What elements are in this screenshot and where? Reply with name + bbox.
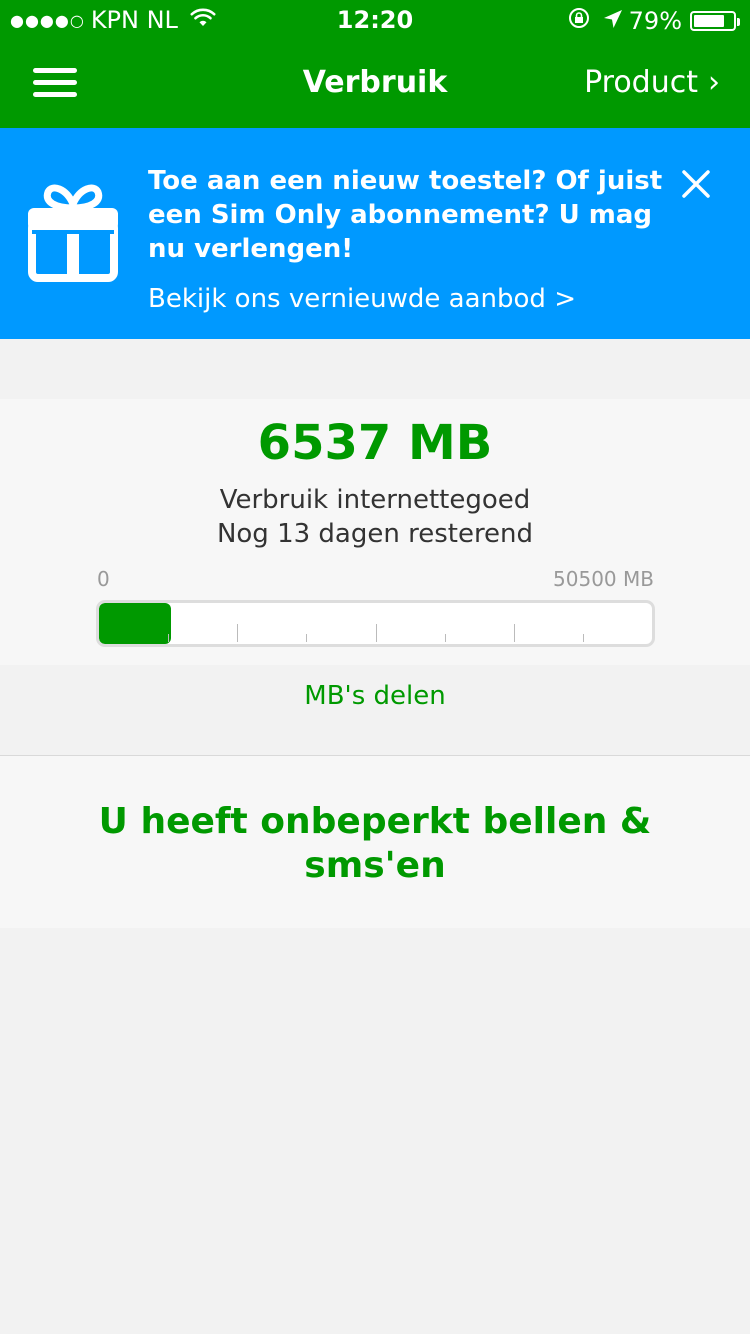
battery-icon — [690, 11, 740, 31]
chevron-right-icon: › — [708, 65, 720, 100]
share-section: MB's delen — [0, 665, 750, 721]
battery-level-fill — [694, 15, 724, 27]
scale-min-label: 0 — [97, 567, 110, 591]
usage-amount: 6537 MB — [257, 415, 493, 471]
product-label: Product — [584, 65, 698, 100]
usage-bar-tick — [237, 624, 238, 642]
status-right: 79% — [567, 6, 740, 36]
usage-bar-tick — [583, 634, 584, 642]
unlimited-calls-card: U heeft onbeperkt bellen & sms'en — [0, 756, 750, 928]
promo-offer-link[interactable]: Bekijk ons vernieuwde aanbod > — [148, 284, 576, 314]
usage-bar-tick — [306, 634, 307, 642]
navigation-bar: Verbruik Product › — [0, 40, 750, 128]
product-button[interactable]: Product › — [584, 65, 720, 100]
usage-progress-fill — [99, 603, 171, 644]
usage-bar-tick — [376, 624, 377, 642]
close-icon[interactable] — [680, 168, 712, 200]
top-header: ●●●●○ KPN NL 12:20 79% Verbruik Product … — [0, 0, 750, 128]
usage-bar-tick — [168, 634, 169, 642]
promo-banner: Toe aan een nieuw toestel? Of juist een … — [0, 128, 750, 339]
share-mb-link[interactable]: MB's delen — [0, 681, 750, 711]
promo-message: Toe aan een nieuw toestel? Of juist een … — [148, 166, 663, 264]
data-usage-card: 6537 MB Verbruik internettegoed Nog 13 d… — [0, 399, 750, 665]
usage-progress-bar — [96, 600, 655, 647]
status-bar: ●●●●○ KPN NL 12:20 79% — [0, 0, 750, 40]
days-remaining: Nog 13 dagen resterend — [216, 519, 534, 549]
usage-bar-tick — [445, 634, 446, 642]
battery-percentage: 79% — [628, 7, 682, 35]
gift-icon — [26, 180, 120, 284]
unlimited-calls-text: U heeft onbeperkt bellen & sms'en — [98, 801, 652, 886]
rotation-lock-icon — [567, 6, 591, 36]
usage-bar-tick — [514, 624, 515, 642]
location-arrow-icon — [603, 7, 623, 35]
usage-label: Verbruik internettegoed — [219, 485, 531, 515]
scale-max-label: 50500 MB — [553, 567, 654, 591]
